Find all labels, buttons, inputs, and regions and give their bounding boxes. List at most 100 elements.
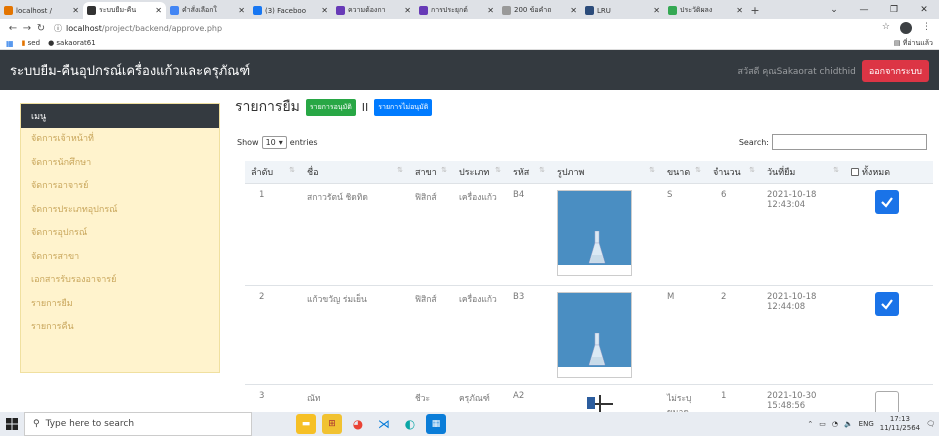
select-all-checkbox[interactable] [851,167,859,176]
language-indicator[interactable]: ENG [859,420,874,428]
sidebar-item[interactable]: จัดการอาจารย์ [21,175,219,199]
chrome-icon[interactable]: ◕ [348,414,368,434]
maximize-button[interactable]: ❐ [879,0,909,19]
taskbar-search-input[interactable]: ⚲ Type here to search [24,412,252,436]
entries-label: entries [289,138,318,147]
browser-tab[interactable]: ความต้องกา ✕ [332,2,415,19]
tab-close-icon[interactable]: ✕ [321,6,328,15]
browser-tab[interactable]: (3) Faceboo ✕ [249,2,332,19]
battery-icon[interactable]: ▭ [819,420,826,428]
back-icon[interactable]: ← [6,23,20,34]
edge-icon[interactable]: ◐ [400,414,420,434]
col-code[interactable]: รหัส ⇅ [507,161,551,184]
reading-list[interactable]: ▤ ที่อ่านแล้ว [894,38,933,49]
cell-size: M [661,284,707,384]
vscode-icon[interactable]: ⋊ [374,414,394,434]
speaker-icon[interactable]: 🔈 [844,420,853,428]
cell-name: สกาวรัตน์ ชิดทิด [301,182,409,285]
apps-grid-icon[interactable]: ▦ [6,39,14,48]
reload-icon[interactable]: ↻ [34,23,48,34]
tab-favicon-icon [419,6,428,15]
minimize-button[interactable]: — [849,0,879,19]
windows-start-icon[interactable] [0,412,24,436]
browser-tab[interactable]: 200 ข้อคำถ ✕ [498,2,581,19]
approve-checkbox[interactable] [875,189,899,214]
file-explorer-icon[interactable]: ▬ [296,414,316,434]
new-tab-button[interactable]: + [747,2,763,19]
notification-icon[interactable]: 🗨 [926,420,935,428]
sidebar-menu: เมนู จัดการเจ้าหน้าที่ จัดการนักศึกษา จัดก… [20,103,220,373]
approve-checkbox[interactable] [875,390,899,415]
url-field[interactable]: ⓘ localhost/project/backend/approve.php [54,23,222,34]
col-qty[interactable]: จำนวน ⇅ [707,161,761,184]
close-window-button[interactable]: ✕ [909,0,939,19]
sidebar-item[interactable]: จัดการเจ้าหน้าที่ [21,128,219,152]
tab-title: 200 ข้อคำถ [514,6,552,14]
approve-checkbox[interactable] [875,291,899,316]
sidebar-item[interactable]: จัดการประเภทอุปกรณ์ [21,199,219,223]
chevron-up-icon[interactable]: ⌃ [807,420,813,428]
col-size[interactable]: ขนาด ⇅ [661,161,707,184]
app-brand[interactable]: ระบบยืม-คืนอุปกรณ์เครื่องแก้วและครุภัณฑ์ [10,60,250,81]
network-icon[interactable]: ◔ [832,420,838,428]
sidebar-item[interactable]: เอกสารรับรองอาจารย์ [21,269,219,293]
rejected-list-button[interactable]: รายการไม่อนุมัติ [374,98,433,116]
col-branch[interactable]: สาขา ⇅ [409,161,453,184]
approved-list-button[interactable]: รายการอนุมัติ [305,98,356,116]
tab-close-icon[interactable]: ✕ [736,6,743,15]
profile-avatar[interactable] [900,22,912,34]
taskbar-search-placeholder: Type here to search [45,419,135,429]
browser-tab[interactable]: LRU ✕ [581,2,664,19]
col-image[interactable]: รูปภาพ ⇅ [551,161,661,184]
forward-icon[interactable]: → [20,23,34,34]
clock[interactable]: 17:13 11/11/2564 [880,415,920,433]
sidebar-item[interactable]: จัดการอุปกรณ์ [21,222,219,246]
entries-select[interactable]: 10 ▾ [261,136,287,149]
tab-close-icon[interactable]: ✕ [487,6,494,15]
browser-tab[interactable]: การประยุกต์ ✕ [415,2,498,19]
info-icon[interactable]: ⓘ [54,23,62,34]
sidebar-item[interactable]: จัดการสาขา [21,246,219,270]
address-bar: ← → ↻ ⓘ localhost/project/backend/approv… [0,19,939,37]
cell-no: 2 [245,284,301,384]
check-icon [881,196,893,208]
browser-tab[interactable]: คำสั่งเลือกใ ✕ [166,2,249,19]
search-input[interactable] [772,134,927,150]
sidebar-item[interactable]: จัดการนักศึกษา [21,152,219,176]
mail-icon[interactable]: ▦ [426,414,446,434]
col-date[interactable]: วันที่ยืม ⇅ [761,161,845,184]
table-header-row: ลำดับ ⇅ ชื่อ ⇅ สาขา ⇅ ประเภท ⇅ รหัส ⇅ รูปภาพ ⇅… [245,161,933,184]
col-name[interactable]: ชื่อ ⇅ [301,161,409,184]
tab-favicon-icon [170,6,179,15]
tab-close-icon[interactable]: ✕ [72,6,79,15]
col-select-all[interactable]: ทั้งหมด [845,161,933,184]
browser-tab[interactable]: ระบบยืม-คืน ✕ [83,2,166,19]
logout-button[interactable]: ออกจากระบบ [861,60,929,82]
sidebar-item[interactable]: รายการคืน [21,316,219,340]
browser-tab[interactable]: localhost / ✕ [0,2,83,19]
app-icon[interactable]: ⊞ [322,414,342,434]
tab-close-icon[interactable]: ✕ [155,6,162,15]
tab-close-icon[interactable]: ✕ [404,6,411,15]
col-type[interactable]: ประเภท ⇅ [453,161,507,184]
cell-date: 2021-10-18 12:43:04 [761,182,845,285]
chevron-down-icon[interactable]: ⌄ [819,0,849,19]
sidebar-item[interactable]: รายการยืม [21,293,219,317]
tab-close-icon[interactable]: ✕ [570,6,577,15]
cell-no: 1 [245,182,301,285]
bookmark-sakaorat61[interactable]: ● sakaorat61 [48,39,96,47]
tab-close-icon[interactable]: ✕ [238,6,245,15]
cell-type: เครื่องแก้ว [453,182,507,285]
title-row: รายการยืม รายการอนุมัติ II รายการไม่อนุม… [235,96,935,118]
col-no[interactable]: ลำดับ ⇅ [245,161,301,184]
item-image [557,291,632,378]
tab-favicon-icon [87,6,96,15]
cell-approve [845,284,933,384]
tab-close-icon[interactable]: ✕ [653,6,660,15]
star-icon[interactable]: ☆ [882,22,890,34]
bookmark-sed[interactable]: ▮ sed [22,39,41,47]
browser-tab[interactable]: ประวัติผลง ✕ [664,2,747,19]
tab-favicon-icon [4,6,13,15]
more-menu-icon[interactable]: ⋮ [922,22,931,34]
show-label: Show [237,138,259,147]
